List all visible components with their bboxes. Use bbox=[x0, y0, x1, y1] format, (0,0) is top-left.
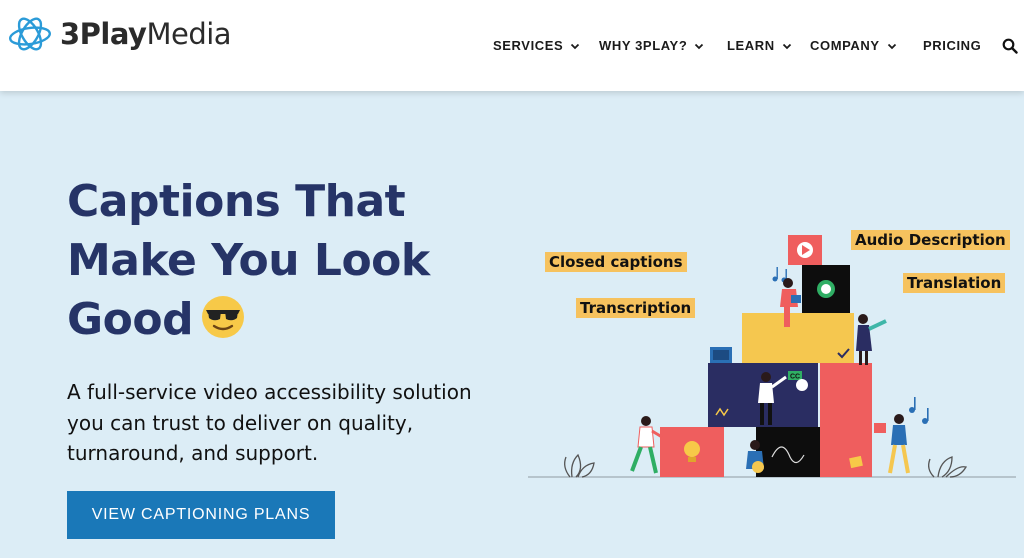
tag-transcription: Transcription bbox=[576, 298, 696, 318]
chevron-down-icon bbox=[571, 43, 580, 49]
view-captioning-plans-button[interactable]: VIEW CAPTIONING PLANS bbox=[67, 491, 335, 539]
chevron-down-icon bbox=[887, 43, 896, 49]
music-notes-icon bbox=[909, 397, 929, 424]
speech-bubble-icon bbox=[796, 379, 808, 391]
nav-item-label: WHY 3PLAY? bbox=[599, 38, 688, 53]
nav-item-pricing[interactable]: PRICING bbox=[923, 38, 981, 53]
nav-item-label: COMPANY bbox=[810, 38, 880, 53]
hero-title-line-2: Make You Look bbox=[67, 235, 430, 286]
chevron-down-icon bbox=[782, 43, 791, 49]
tag-translation: Translation bbox=[903, 273, 1006, 293]
brand-logo[interactable]: 3PlayMedia bbox=[6, 14, 232, 54]
cc-badge-label: CC bbox=[790, 374, 800, 381]
hero-subtitle: A full-service video accessibility solut… bbox=[67, 380, 472, 465]
logo-icon bbox=[8, 17, 52, 51]
hero-title-line-1: Captions That bbox=[67, 176, 406, 227]
nav-item-label: SERVICES bbox=[493, 38, 564, 53]
search-icon[interactable] bbox=[1002, 38, 1018, 54]
nav-item-why-3play[interactable]: WHY 3PLAY? bbox=[599, 38, 704, 53]
tag-closed-captions: Closed captions bbox=[545, 252, 687, 272]
sunglasses-emoji-icon bbox=[202, 296, 245, 338]
person-standing-figure bbox=[856, 314, 887, 365]
nav-item-company[interactable]: COMPANY bbox=[810, 38, 897, 53]
lightbulb-icon bbox=[684, 441, 700, 457]
hero-title-line-3: Good bbox=[67, 290, 487, 349]
nav-item-label: PRICING bbox=[923, 38, 982, 53]
nav-item-learn[interactable]: LEARN bbox=[727, 38, 792, 53]
plant-icon bbox=[928, 456, 968, 478]
nav-item-services[interactable]: SERVICES bbox=[493, 38, 580, 53]
site-header: 3PlayMedia SERVICES WHY 3PLAY? LEARN COM… bbox=[0, 0, 1024, 91]
plant-icon bbox=[564, 453, 595, 478]
chevron-down-icon bbox=[695, 43, 704, 49]
person-walking-figure bbox=[874, 414, 910, 474]
tag-audio-description: Audio Description bbox=[851, 230, 1010, 250]
nav-item-label: LEARN bbox=[727, 38, 775, 53]
yellow-block bbox=[742, 313, 854, 363]
red-tall-block bbox=[820, 363, 872, 477]
person-pushing-figure bbox=[630, 416, 663, 474]
hero-title: Captions That Make You Look Good bbox=[67, 172, 487, 349]
brand-name: 3PlayMedia bbox=[60, 17, 232, 51]
